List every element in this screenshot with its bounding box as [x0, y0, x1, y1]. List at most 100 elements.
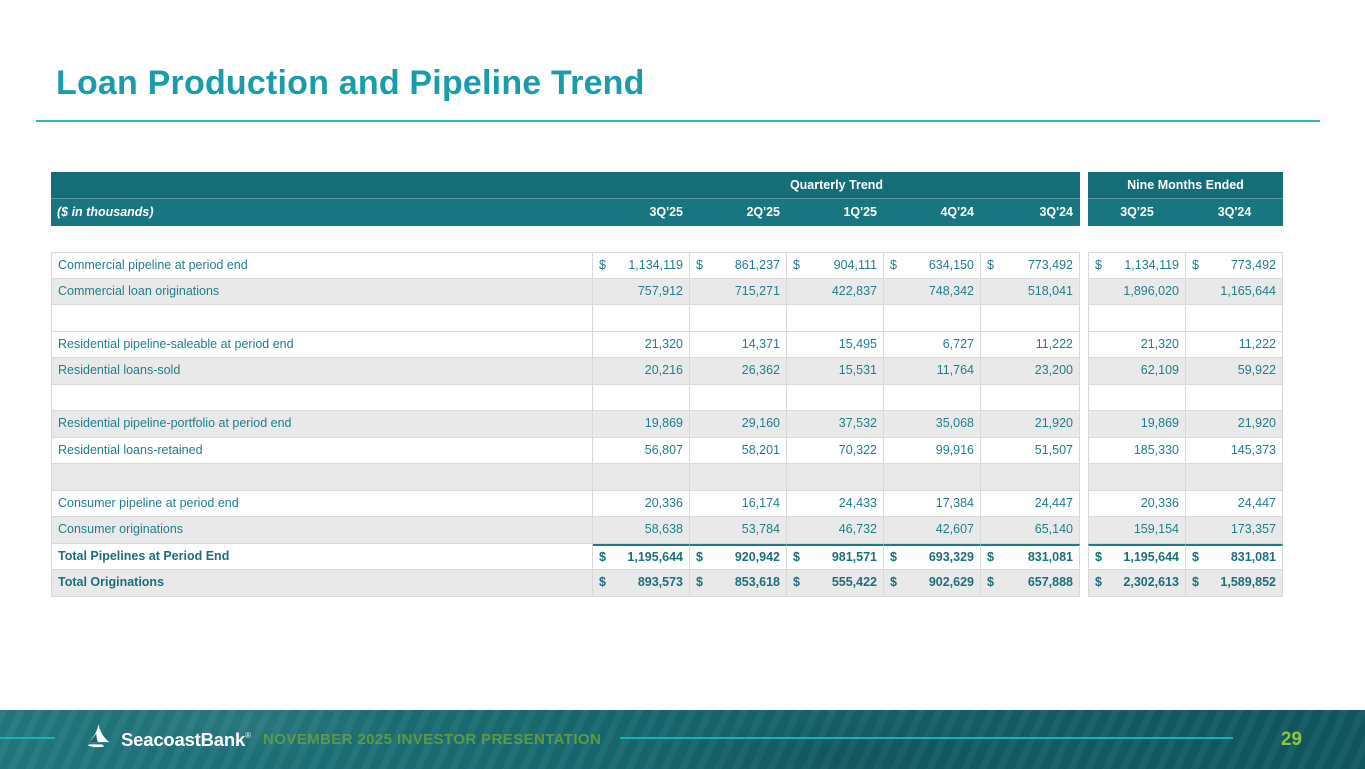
- value-text: 26,362: [742, 358, 780, 384]
- cell-value: 748,342: [884, 279, 981, 306]
- section-gap: [1080, 570, 1088, 597]
- quarter-column-header: 3Q'24: [981, 199, 1080, 226]
- cell-value: 99,916: [884, 438, 981, 465]
- cell-value: 757,912: [593, 279, 690, 306]
- row-label: Commercial loan originations: [51, 279, 593, 306]
- cell-value: 159,154: [1088, 517, 1186, 544]
- row-label: Consumer pipeline at period end: [51, 491, 593, 518]
- value-text: 981,571: [832, 545, 877, 571]
- value-text: 145,373: [1231, 438, 1276, 464]
- nine-months-header: Nine Months Ended: [1088, 172, 1283, 199]
- value-text: 58,201: [742, 438, 780, 464]
- value-text: 14,371: [742, 332, 780, 358]
- cell-value: 58,638: [593, 517, 690, 544]
- section-gap: [1080, 411, 1088, 438]
- cell-value: [884, 305, 981, 332]
- slide: Loan Production and Pipeline Trend Quart…: [0, 0, 1365, 769]
- cell-value: 46,732: [787, 517, 884, 544]
- footer-bar: SeacoastBank® NOVEMBER 2025 INVESTOR PRE…: [0, 710, 1365, 769]
- dollar-sign: $: [987, 545, 994, 571]
- section-gap: [1080, 279, 1088, 306]
- table-row: Commercial loan originations757,912715,2…: [51, 279, 1283, 306]
- cell-value: 21,320: [1088, 332, 1186, 359]
- cell-value: $902,629: [884, 570, 981, 597]
- value-text: 11,764: [937, 358, 974, 384]
- footer-accent-line-left: [0, 737, 55, 739]
- cell-value: 24,447: [1186, 491, 1283, 518]
- value-text: 831,081: [1231, 545, 1276, 571]
- dollar-sign: $: [599, 253, 606, 279]
- quarterly-trend-header: Quarterly Trend: [593, 172, 1080, 199]
- cell-value: [690, 305, 787, 332]
- value-text: 21,920: [1238, 411, 1276, 437]
- table-row: Residential loans-retained56,80758,20170…: [51, 438, 1283, 465]
- table-column-header-row: ($ in thousands) 3Q'252Q'251Q'254Q'243Q'…: [51, 199, 1283, 226]
- cell-value: $773,492: [1186, 252, 1283, 279]
- cell-value: 37,532: [787, 411, 884, 438]
- value-text: 15,495: [839, 332, 877, 358]
- cell-value: 65,140: [981, 517, 1080, 544]
- section-gap: [1080, 517, 1088, 544]
- cell-value: $831,081: [981, 544, 1080, 571]
- value-text: 11,222: [1036, 332, 1073, 358]
- cell-value: $1,195,644: [1088, 544, 1186, 571]
- dollar-sign: $: [1095, 545, 1102, 571]
- cell-value: [884, 385, 981, 412]
- cell-value: $861,237: [690, 252, 787, 279]
- cell-value: 19,869: [1088, 411, 1186, 438]
- cell-value: [593, 464, 690, 491]
- row-label: Residential pipeline-portfolio at period…: [51, 411, 593, 438]
- value-text: 70,322: [839, 438, 877, 464]
- cell-value: 42,607: [884, 517, 981, 544]
- cell-value: 24,433: [787, 491, 884, 518]
- value-text: 59,922: [1238, 358, 1276, 384]
- value-text: 24,447: [1238, 491, 1276, 517]
- table-row: Commercial pipeline at period end$1,134,…: [51, 252, 1283, 279]
- cell-value: [593, 305, 690, 332]
- value-text: 1,134,119: [1124, 253, 1179, 279]
- row-label: Residential loans-retained: [51, 438, 593, 465]
- cell-value: 185,330: [1088, 438, 1186, 465]
- cell-value: 21,920: [1186, 411, 1283, 438]
- value-text: 853,618: [735, 570, 780, 596]
- table-row: Total Originations$893,573$853,618$555,4…: [51, 570, 1283, 597]
- dollar-sign: $: [890, 253, 897, 279]
- value-text: 20,336: [1141, 491, 1179, 517]
- value-text: 21,320: [1141, 332, 1179, 358]
- dollar-sign: $: [1192, 253, 1199, 279]
- cell-value: $1,134,119: [593, 252, 690, 279]
- value-text: 19,869: [1141, 411, 1179, 437]
- quarter-column-header: 4Q'24: [884, 199, 981, 226]
- registered-mark-icon: ®: [245, 731, 251, 740]
- cell-value: $1,589,852: [1186, 570, 1283, 597]
- value-text: 1,195,644: [1123, 545, 1179, 571]
- dollar-sign: $: [1192, 570, 1199, 596]
- value-text: 20,216: [645, 358, 683, 384]
- cell-value: 1,165,644: [1186, 279, 1283, 306]
- cell-value: 20,336: [593, 491, 690, 518]
- cell-value: 62,109: [1088, 358, 1186, 385]
- dollar-sign: $: [696, 570, 703, 596]
- cell-value: 17,384: [884, 491, 981, 518]
- table-group-header-row: Quarterly Trend Nine Months Ended: [51, 172, 1283, 199]
- cell-value: 19,869: [593, 411, 690, 438]
- table-row: Total Pipelines at Period End$1,195,644$…: [51, 544, 1283, 571]
- cell-value: [1088, 385, 1186, 412]
- cell-value: 20,216: [593, 358, 690, 385]
- cell-value: [690, 464, 787, 491]
- value-text: 24,433: [839, 491, 877, 517]
- cell-value: [1186, 464, 1283, 491]
- cell-value: 173,357: [1186, 517, 1283, 544]
- section-gap: [1080, 358, 1088, 385]
- value-text: 29,160: [742, 411, 780, 437]
- value-text: 902,629: [929, 570, 974, 596]
- dollar-sign: $: [696, 253, 703, 279]
- cell-value: 15,495: [787, 332, 884, 359]
- dollar-sign: $: [1192, 545, 1199, 571]
- seacoast-logo: SeacoastBank®: [84, 710, 251, 769]
- value-text: 173,357: [1231, 517, 1276, 543]
- section-gap: [1080, 491, 1088, 518]
- value-text: 51,507: [1035, 438, 1073, 464]
- dollar-sign: $: [599, 570, 606, 596]
- cell-value: 11,222: [981, 332, 1080, 359]
